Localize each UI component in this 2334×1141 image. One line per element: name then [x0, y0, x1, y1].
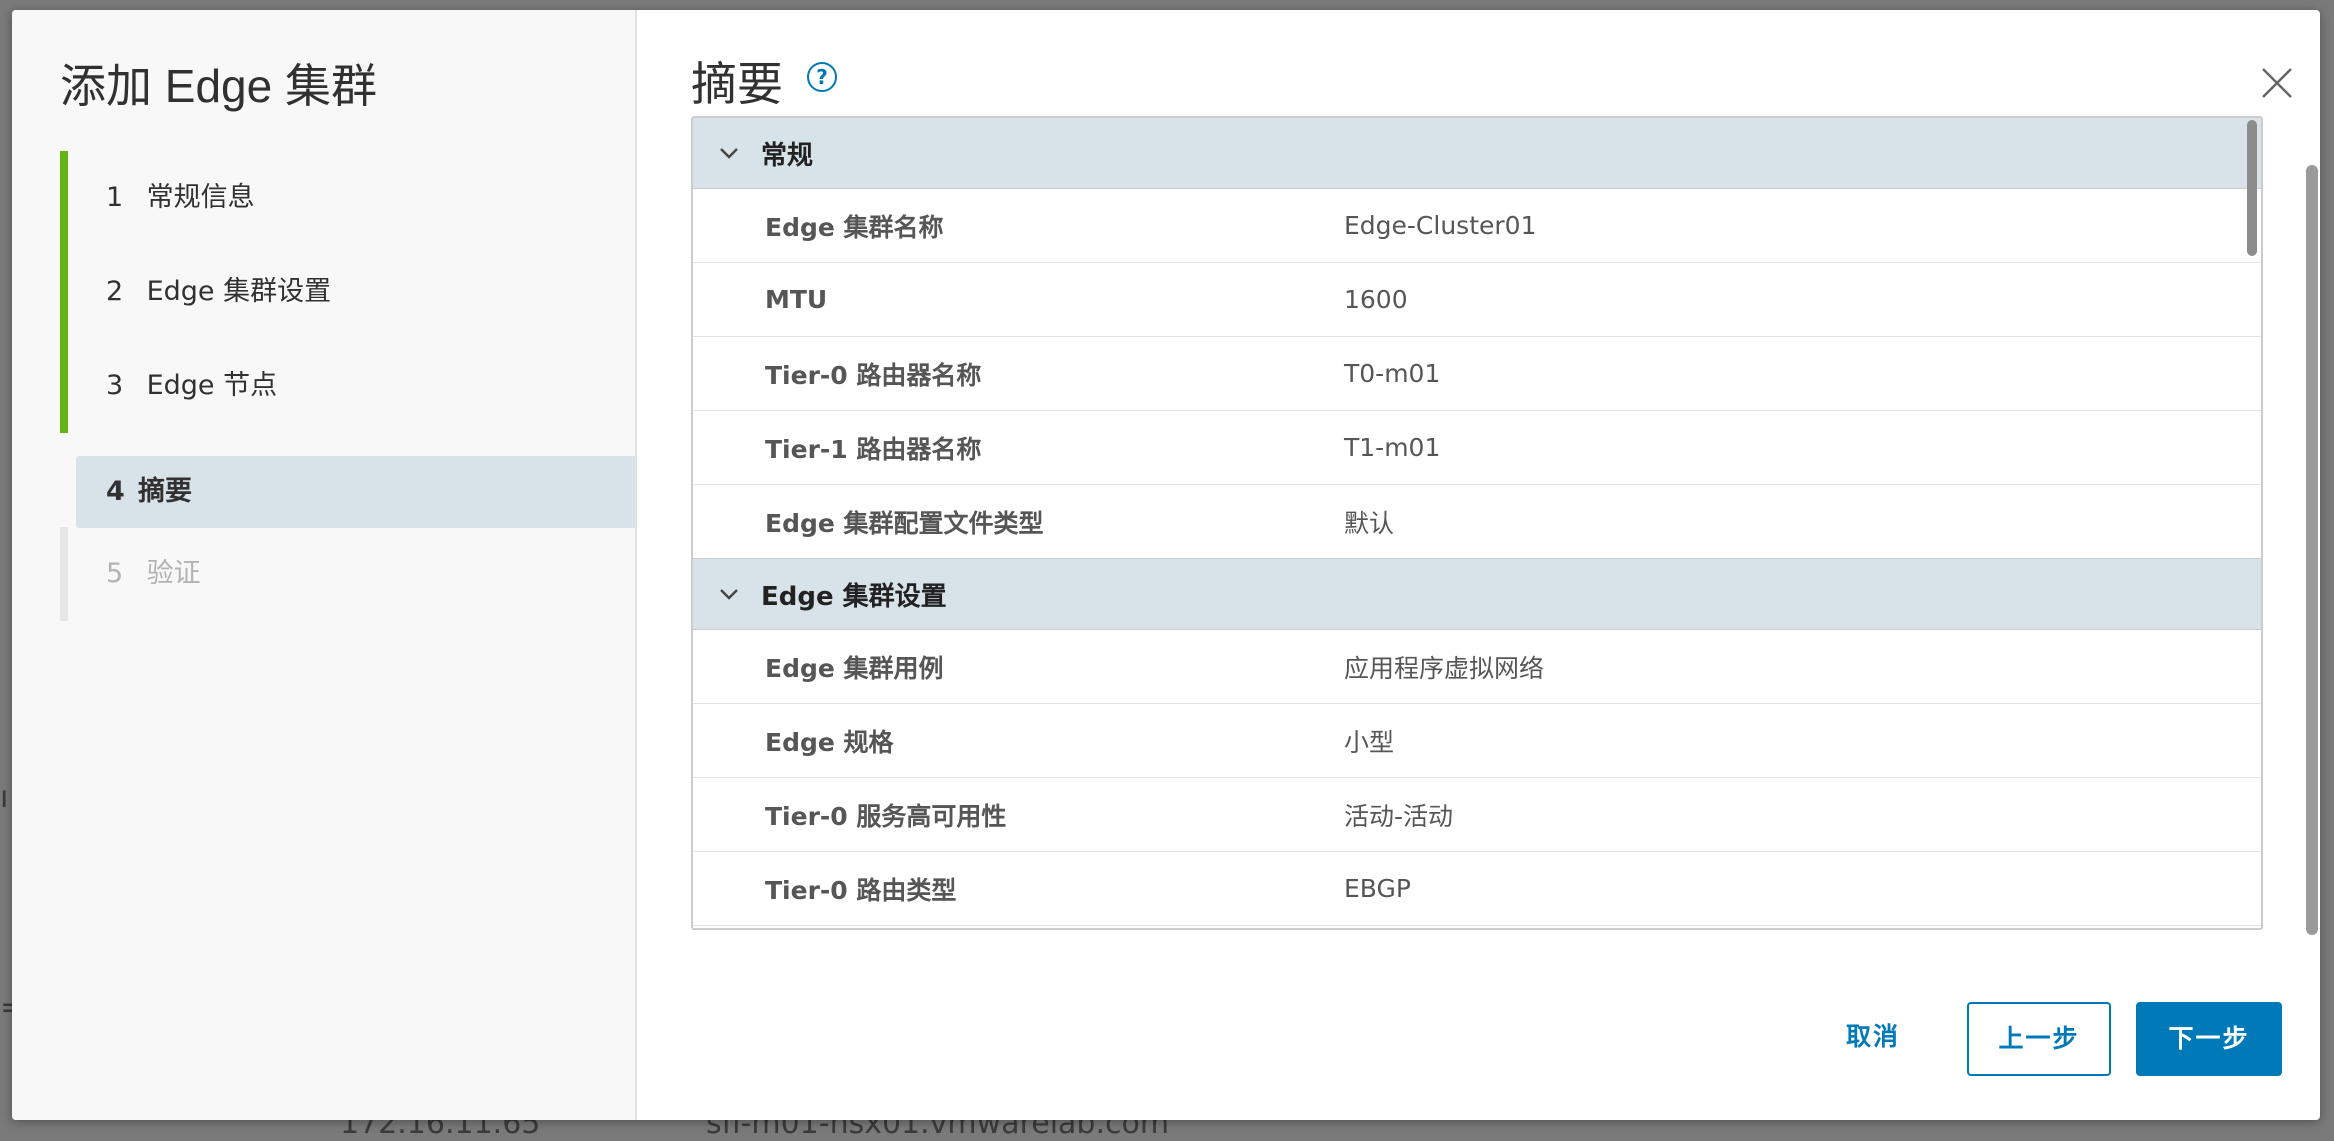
row-value: 活动-活动	[1344, 801, 1454, 831]
step-label: 摘要	[138, 476, 192, 507]
row-key: Edge 集群用例	[765, 653, 944, 683]
row-key: MTU	[765, 285, 828, 314]
row-key: Tier-0 路由类型	[765, 875, 957, 905]
step-number: 4	[106, 476, 125, 507]
next-button[interactable]: 下一步	[2136, 1002, 2282, 1076]
wizard-title: 添加 Edge 集群	[60, 60, 377, 112]
row-value: Edge-Cluster01	[1344, 211, 1537, 240]
wizard-step-cluster-settings[interactable]: 2 Edge 集群设置	[60, 245, 635, 339]
row-key: Edge 集群配置文件类型	[765, 508, 1044, 538]
section-title: 常规	[761, 140, 814, 171]
summary-row: Edge 规格 小型	[693, 704, 2261, 778]
row-value: 应用程序虚拟网络	[1344, 653, 1545, 683]
wizard-step-validation: 5 验证	[60, 527, 635, 621]
summary-row: Edge 集群名称 Edge-Cluster01	[693, 189, 2261, 263]
content-scrollbar[interactable]	[2306, 165, 2318, 935]
row-value: 默认	[1344, 508, 1395, 538]
summary-row: Tier-0 路由类型 EBGP	[693, 852, 2261, 926]
chevron-down-icon	[720, 148, 738, 159]
section-title: Edge 集群设置	[761, 581, 947, 612]
step-number: 5	[106, 558, 124, 589]
page-title: 摘要	[691, 58, 783, 110]
row-value: T0-m01	[1344, 359, 1441, 388]
summary-row: Tier-0 路由器名称 T0-m01	[693, 337, 2261, 411]
wizard-step-general[interactable]: 1 常规信息	[60, 151, 635, 245]
row-key: Tier-0 路由器名称	[765, 360, 982, 390]
section-header-cluster-settings[interactable]: Edge 集群设置	[693, 558, 2261, 630]
wizard-step-edge-nodes[interactable]: 3 Edge 节点	[60, 339, 635, 433]
row-key: Tier-1 路由器名称	[765, 434, 982, 464]
row-key: Edge 规格	[765, 727, 894, 757]
step-label: Edge 集群设置	[146, 276, 332, 307]
row-value: 1600	[1344, 285, 1408, 314]
step-label: 验证	[146, 558, 201, 589]
back-button[interactable]: 上一步	[1967, 1002, 2111, 1076]
wizard-step-summary[interactable]: 4 摘要	[60, 433, 635, 528]
help-circle-icon[interactable]: ?	[807, 62, 837, 92]
section-header-general[interactable]: 常规	[693, 118, 2261, 189]
wizard-content: 摘要 ? 常规 Edge 集群名称 Edge-Cluster01 MTU 1600 …	[637, 10, 2320, 1120]
row-key: Tier-0 服务高可用性	[765, 801, 1007, 831]
step-number: 1	[106, 182, 124, 213]
chevron-down-icon	[720, 589, 738, 600]
close-icon[interactable]	[2260, 66, 2294, 100]
row-value: EBGP	[1344, 874, 1411, 903]
step-label: Edge 节点	[146, 370, 278, 401]
wizard-nav: 添加 Edge 集群 1 常规信息 2 Edge 集群设置 3 Edge 节点 …	[12, 10, 637, 1120]
panel-scrollbar-thumb[interactable]	[2247, 120, 2257, 256]
cancel-button[interactable]: 取消	[1813, 1002, 1933, 1072]
summary-row: Edge 集群用例 应用程序虚拟网络	[693, 630, 2261, 704]
summary-row: MTU 1600	[693, 263, 2261, 337]
step-number: 3	[106, 370, 124, 401]
step-label: 常规信息	[146, 182, 255, 213]
summary-panel[interactable]: 常规 Edge 集群名称 Edge-Cluster01 MTU 1600 Tier-…	[691, 116, 2263, 930]
backdrop-fragment: ı	[0, 780, 9, 815]
step-number: 2	[106, 276, 124, 307]
row-key: Edge 集群名称	[765, 212, 944, 242]
summary-row: Tier-0 服务高可用性 活动-活动	[693, 778, 2261, 852]
add-edge-cluster-dialog: 添加 Edge 集群 1 常规信息 2 Edge 集群设置 3 Edge 节点 …	[12, 10, 2320, 1120]
row-value: T1-m01	[1344, 433, 1441, 462]
summary-row: Edge 集群配置文件类型 默认	[693, 485, 2261, 558]
summary-row: Tier-1 路由器名称 T1-m01	[693, 411, 2261, 485]
row-value: 小型	[1344, 727, 1395, 757]
wizard-steps: 1 常规信息 2 Edge 集群设置 3 Edge 节点 4 摘要 5 验证	[60, 151, 635, 621]
